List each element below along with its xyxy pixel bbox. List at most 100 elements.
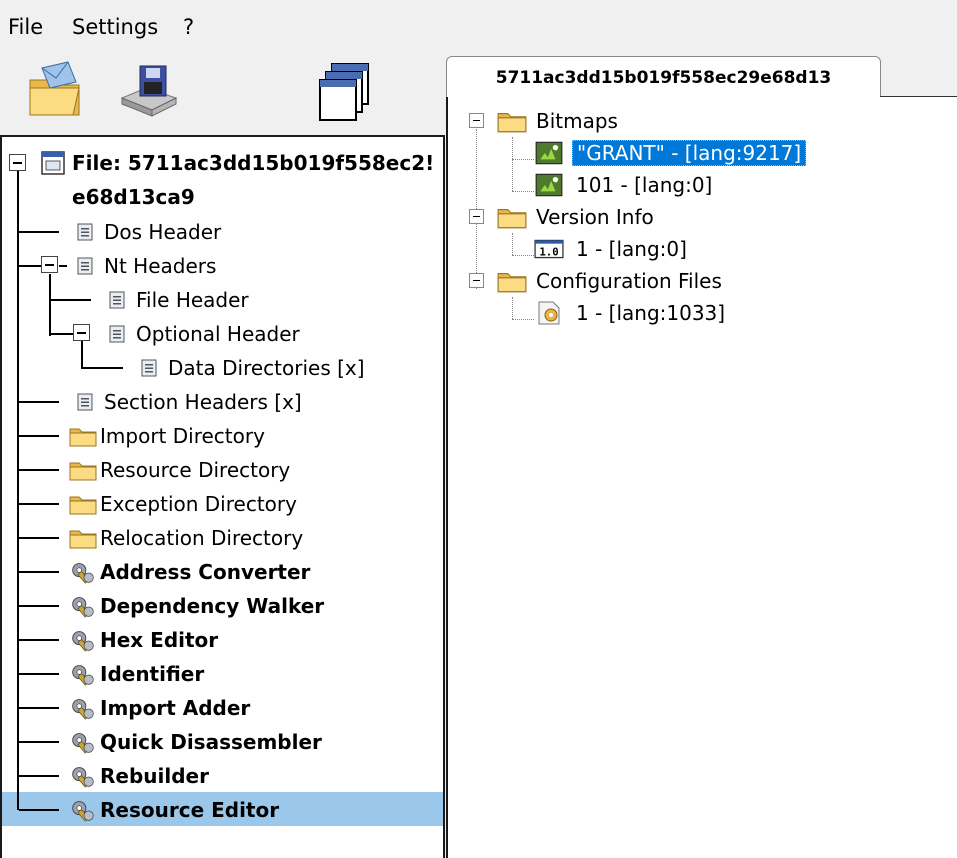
floppy-save-icon[interactable] xyxy=(118,62,180,118)
folder-icon xyxy=(496,204,530,230)
gear-wrench-icon xyxy=(68,728,98,756)
dotted-line xyxy=(512,319,534,320)
dotted-line xyxy=(512,233,513,255)
folder-icon xyxy=(68,422,98,450)
file-icon xyxy=(38,149,68,177)
folder-icon xyxy=(496,268,530,294)
h-line xyxy=(51,299,91,301)
tree-root-file[interactable]: File: 5711ac3dd15b019f558ec2! xyxy=(38,147,434,179)
windows-stack-icon[interactable] xyxy=(318,60,374,122)
resource-item-version-1[interactable]: 1 - [lang:0] xyxy=(534,234,687,264)
h-line xyxy=(19,707,59,709)
tree-item-rebuilder[interactable]: Rebuilder xyxy=(68,760,209,792)
resource-item-bitmap-101[interactable]: 101 - [lang:0] xyxy=(534,170,712,200)
tree-item-label: Identifier xyxy=(100,662,205,686)
bitmap-icon xyxy=(534,140,566,166)
h-line xyxy=(19,401,59,403)
resource-item-config-1[interactable]: 1 - [lang:1033] xyxy=(534,298,725,328)
h-line xyxy=(19,265,41,267)
menu-bar: File Settings ? xyxy=(0,0,957,50)
tree-item-hex-editor[interactable]: Hex Editor xyxy=(68,624,218,656)
tree-item-address-converter[interactable]: Address Converter xyxy=(68,556,310,588)
h-line xyxy=(19,605,59,607)
resource-group-label: Bitmaps xyxy=(536,109,618,133)
resource-item-label: 1 - [lang:1033] xyxy=(576,301,726,325)
h-line xyxy=(59,265,67,267)
tree-item-quick-disassembler[interactable]: Quick Disassembler xyxy=(68,726,322,758)
resource-item-label: 1 - [lang:0] xyxy=(576,237,687,261)
pe-structure-tree[interactable]: File: 5711ac3dd15b019f558ec2! e68d13ca9 … xyxy=(0,135,445,858)
bitmaps-collapse-toggle[interactable] xyxy=(469,113,484,128)
resource-group-configuration-files[interactable]: Configuration Files xyxy=(496,266,722,296)
optional-header-line xyxy=(81,341,83,369)
tree-item-label: Import Directory xyxy=(100,424,265,448)
h-line xyxy=(19,469,59,471)
tree-root-label: File: 5711ac3dd15b019f558ec2! xyxy=(72,151,435,175)
menu-help[interactable]: ? xyxy=(183,14,194,40)
tree-item-file-header[interactable]: File Header xyxy=(102,284,249,316)
tree-item-resource-editor[interactable]: Resource Editor xyxy=(68,794,279,826)
version-info-icon xyxy=(534,237,566,261)
tree-item-exception-directory[interactable]: Exception Directory xyxy=(68,488,297,520)
tree-item-data-directories[interactable]: Data Directories [x] xyxy=(134,352,365,384)
h-line xyxy=(19,435,59,437)
config-files-collapse-toggle[interactable] xyxy=(469,273,484,288)
resource-item-label: "GRANT" - [lang:9217] xyxy=(572,140,807,166)
gear-wrench-icon xyxy=(68,694,98,722)
tree-item-section-headers[interactable]: Section Headers [x] xyxy=(70,386,302,418)
version-info-collapse-toggle[interactable] xyxy=(469,209,484,224)
tree-item-dos-header[interactable]: Dos Header xyxy=(70,216,221,248)
tree-item-resource-directory[interactable]: Resource Directory xyxy=(68,454,290,486)
open-folder-icon[interactable] xyxy=(28,58,84,120)
tree-item-optional-header[interactable]: Optional Header xyxy=(102,318,300,350)
document-icon xyxy=(102,286,132,314)
resource-group-version-info[interactable]: Version Info xyxy=(496,202,654,232)
resource-item-label: 101 - [lang:0] xyxy=(576,173,713,197)
tree-item-label: Section Headers [x] xyxy=(104,390,302,414)
tree-item-label: Data Directories [x] xyxy=(168,356,365,380)
resource-group-bitmaps[interactable]: Bitmaps xyxy=(496,106,618,136)
dotted-line xyxy=(512,159,534,160)
tree-item-label: Address Converter xyxy=(100,560,311,584)
tree-item-nt-headers[interactable]: Nt Headers xyxy=(70,250,216,282)
menu-file[interactable]: File xyxy=(8,14,43,40)
optional-header-collapse-toggle[interactable] xyxy=(73,324,90,341)
nt-headers-collapse-toggle[interactable] xyxy=(41,256,58,273)
tree-item-label: Relocation Directory xyxy=(100,526,304,550)
folder-icon xyxy=(496,108,530,134)
tree-item-label: Dos Header xyxy=(104,220,222,244)
h-line xyxy=(19,775,59,777)
tab-resource-file[interactable]: 5711ac3dd15b019f558ec29e68d13 xyxy=(446,56,881,98)
tree-item-label: Optional Header xyxy=(136,322,300,346)
document-icon xyxy=(70,388,100,416)
dotted-line xyxy=(512,137,513,191)
tree-item-import-adder[interactable]: Import Adder xyxy=(68,692,250,724)
folder-icon xyxy=(68,456,98,484)
dotted-line xyxy=(512,297,513,319)
gear-wrench-icon xyxy=(68,592,98,620)
resource-item-bitmap-grant[interactable]: "GRANT" - [lang:9217] xyxy=(534,138,807,168)
tree-item-dependency-walker[interactable]: Dependency Walker xyxy=(68,590,324,622)
gear-wrench-icon xyxy=(68,558,98,586)
tree-item-label: Dependency Walker xyxy=(100,594,325,618)
tree-item-label: Exception Directory xyxy=(100,492,297,516)
resource-group-label: Version Info xyxy=(536,205,654,229)
h-line xyxy=(19,231,59,233)
h-line xyxy=(51,333,73,335)
folder-icon xyxy=(68,490,98,518)
tree-item-import-directory[interactable]: Import Directory xyxy=(68,420,265,452)
tree-item-label: Resource Directory xyxy=(100,458,291,482)
resource-tree[interactable]: Bitmaps "GRANT" - [lang:9217] 101 - [lan… xyxy=(446,97,957,858)
tree-item-relocation-directory[interactable]: Relocation Directory xyxy=(68,522,303,554)
tree-root-label-cont: e68d13ca9 xyxy=(72,185,195,209)
tree-item-label: File Header xyxy=(136,288,249,312)
document-icon xyxy=(134,354,164,382)
tree-root-label-wrap: e68d13ca9 xyxy=(72,181,195,213)
tree-item-label: Nt Headers xyxy=(104,254,217,278)
h-line xyxy=(19,537,59,539)
dotted-line xyxy=(512,191,534,192)
tree-item-identifier[interactable]: Identifier xyxy=(68,658,204,690)
tree-item-label: Hex Editor xyxy=(100,628,219,652)
root-collapse-toggle[interactable] xyxy=(9,154,26,171)
menu-settings[interactable]: Settings xyxy=(72,14,158,40)
